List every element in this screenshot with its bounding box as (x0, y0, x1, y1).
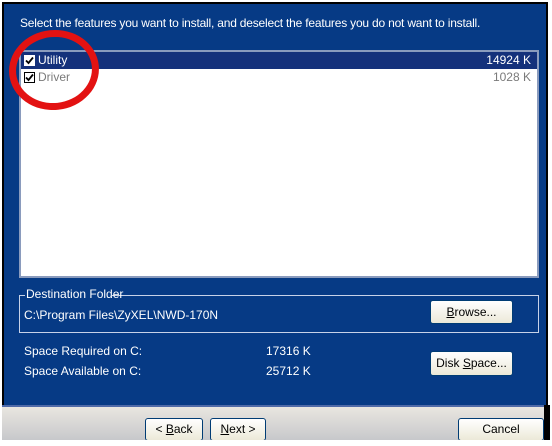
group-border (112, 295, 539, 296)
browse-button[interactable]: Browse... (430, 300, 513, 324)
space-required-label: Space Required on C: (24, 344, 143, 358)
feature-list[interactable]: Utility 14924 K Driver 1028 K (19, 50, 539, 278)
checkmark-icon (25, 73, 34, 82)
group-border (19, 295, 25, 296)
instruction-text: Select the features you want to install,… (20, 16, 481, 30)
feature-size: 14924 K (486, 53, 531, 67)
feature-name: Driver (38, 70, 70, 84)
feature-name: Utility (38, 53, 68, 67)
feature-row-driver[interactable]: Driver 1028 K (21, 69, 537, 86)
checkmark-icon (25, 56, 34, 65)
driver-checkbox[interactable] (24, 72, 35, 83)
space-available-label: Space Available on C: (24, 364, 142, 378)
disk-space-button[interactable]: Disk Space... (430, 351, 513, 376)
utility-checkbox[interactable] (24, 55, 35, 66)
feature-size: 1028 K (492, 70, 531, 84)
next-button[interactable]: Next > (210, 418, 266, 441)
installer-dialog: Select the features you want to install,… (2, 2, 548, 442)
page-margin (0, 440, 552, 446)
destination-path: C:\Program Files\ZyXEL\NWD-170N (24, 308, 219, 322)
cancel-button[interactable]: Cancel (458, 418, 544, 441)
destination-folder-legend: Destination Folder (26, 287, 124, 301)
back-button[interactable]: < Back (145, 418, 203, 441)
space-required-value: 17316 K (266, 344, 311, 358)
feature-row-utility[interactable]: Utility 14924 K (21, 52, 537, 69)
window-edge (544, 405, 550, 442)
space-available-value: 25712 K (266, 364, 311, 378)
